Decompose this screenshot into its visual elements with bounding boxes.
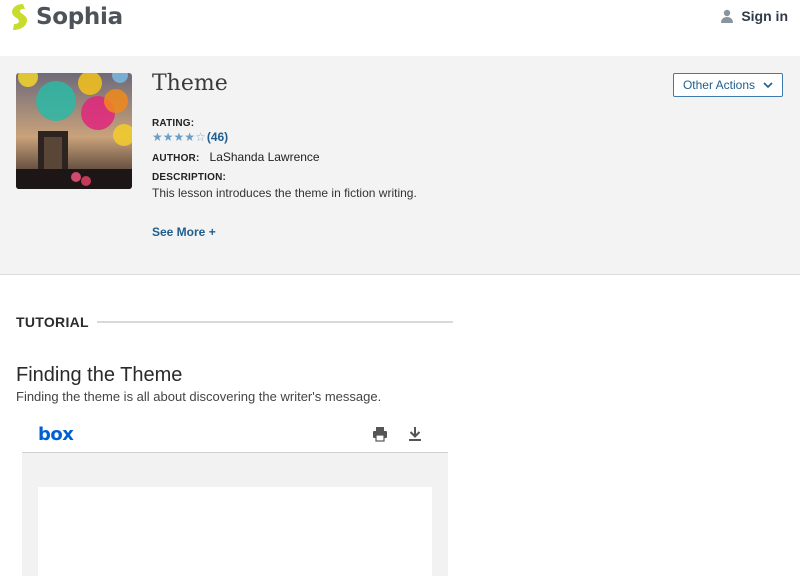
tutorial-subheading: Finding the theme is all about discoveri… [16,389,382,404]
box-document-viewer[interactable]: box [22,416,448,577]
star-filled-icon: ★ [184,130,196,144]
lesson-thumbnail [16,73,132,189]
chevron-down-icon [763,82,773,89]
star-filled-icon: ★ [152,130,163,144]
rating-count[interactable]: (46) [207,130,228,144]
top-header: Sophia Sign in [0,0,800,56]
author-label: AUTHOR: [152,153,200,164]
viewer-body [22,453,448,577]
print-icon[interactable] [372,426,388,442]
box-logo[interactable]: box [38,424,74,445]
sophia-logo[interactable]: Sophia [10,2,123,32]
sign-in-link[interactable]: Sign in [720,8,788,24]
lesson-panel: Theme Other Actions RATING: ★ ★ ★ ★ ☆ (4… [0,56,800,275]
rating-label: RATING: [152,118,195,129]
see-more-link[interactable]: See More + [152,225,216,239]
other-actions-button[interactable]: Other Actions [673,73,783,97]
author-name: LaShanda Lawrence [209,150,320,164]
section-label: TUTORIAL [16,314,89,330]
tutorial-section-header: TUTORIAL [16,314,453,330]
viewer-toolbar: box [22,416,448,453]
document-page [38,487,432,577]
description-label: DESCRIPTION: [152,172,227,183]
tutorial-heading: Finding the Theme [16,364,183,386]
star-filled-icon: ★ [162,130,174,144]
star-empty-icon: ☆ [195,130,206,144]
section-divider [96,321,453,323]
author-row: AUTHOR: LaShanda Lawrence [152,150,320,164]
user-icon [721,9,734,23]
sign-in-label: Sign in [741,8,788,24]
download-icon[interactable] [408,426,422,442]
star-filled-icon: ★ [173,130,185,144]
description-text: This lesson introduces the theme in fict… [152,186,417,200]
lesson-title: Theme [152,71,228,96]
brand-name: Sophia [36,4,123,30]
rating-stars[interactable]: ★ ★ ★ ★ ☆ (46) [152,130,228,144]
sophia-logo-icon [12,4,27,30]
other-actions-label: Other Actions [682,78,756,92]
